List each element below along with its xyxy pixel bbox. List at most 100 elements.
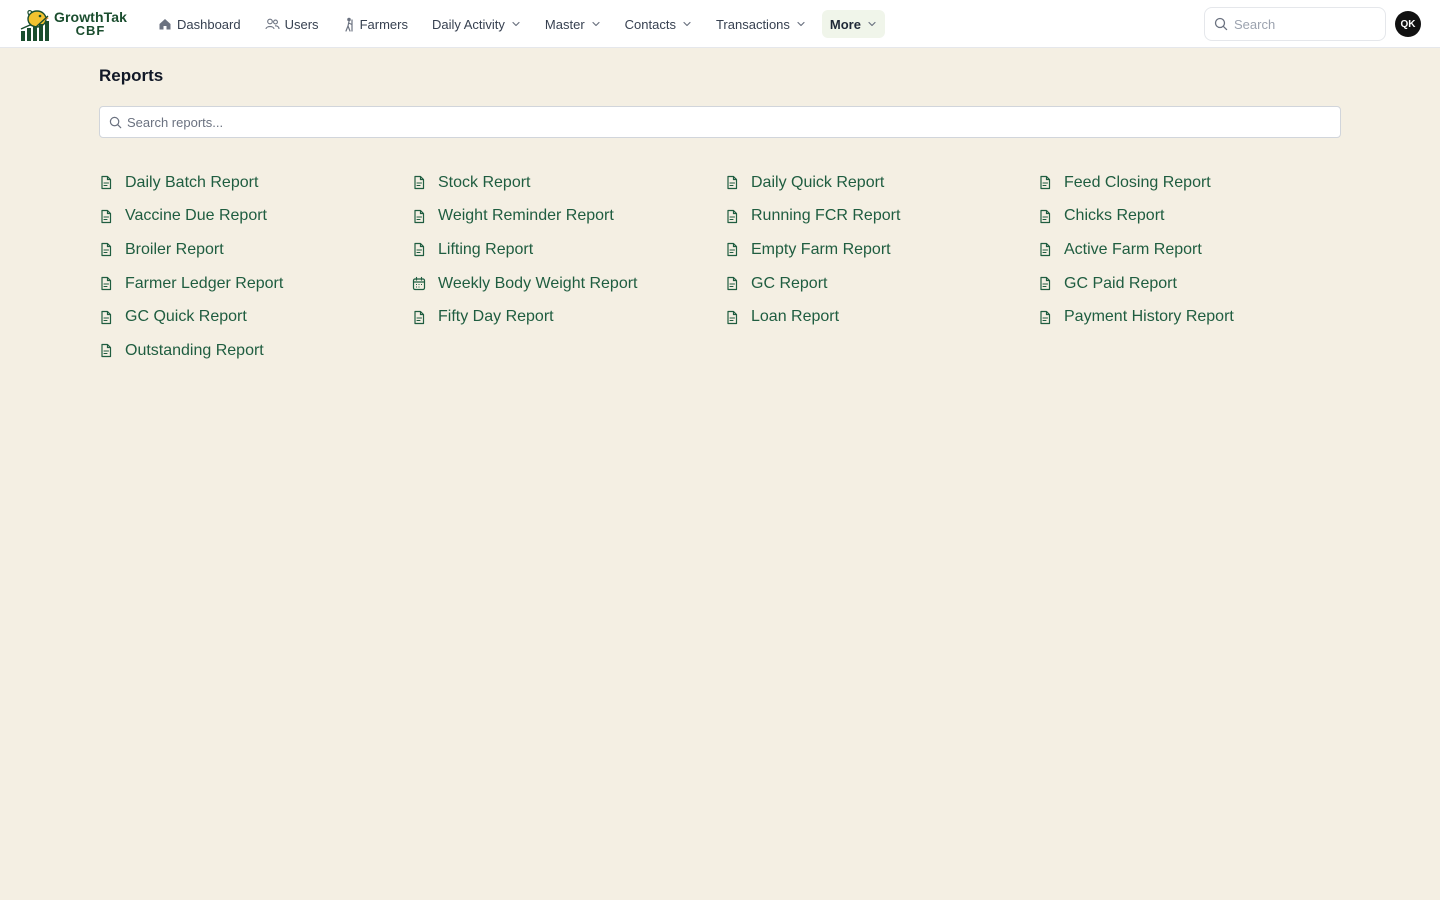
report-search-input[interactable] <box>127 114 1327 130</box>
nav-item-contacts[interactable]: Contacts <box>617 10 700 38</box>
report-link-daily-quick-report[interactable]: Daily Quick Report <box>725 166 1038 200</box>
report-link-gc-quick-report[interactable]: GC Quick Report <box>99 300 412 334</box>
nav-item-label: Master <box>544 16 585 32</box>
report-link-chicks-report[interactable]: Chicks Report <box>1038 200 1351 234</box>
chevron-down-icon <box>591 19 601 29</box>
report-link-feed-closing-report[interactable]: Feed Closing Report <box>1038 166 1351 200</box>
main-nav: Dashboard Users Farmers Daily Activity Maste… <box>150 10 893 38</box>
report-link-label: Daily Quick Report <box>751 173 885 191</box>
report-link-gc-report[interactable]: GC Report <box>725 267 1038 301</box>
chevron-down-icon <box>867 19 877 29</box>
report-link-label: Feed Closing Report <box>1064 173 1211 191</box>
document-icon <box>725 310 741 325</box>
nav-item-master[interactable]: Master <box>537 10 609 38</box>
report-link-label: GC Quick Report <box>125 308 247 326</box>
nav-item-users[interactable]: Users <box>257 10 327 38</box>
home-icon <box>158 17 172 31</box>
report-link-weight-reminder-report[interactable]: Weight Reminder Report <box>412 200 725 234</box>
document-icon <box>725 242 741 257</box>
brand-logo[interactable]: GrowthTak CBF <box>20 7 127 41</box>
document-icon <box>725 276 741 291</box>
farmer-icon <box>343 17 355 32</box>
report-link-label: Fifty Day Report <box>438 308 554 326</box>
page-title: Reports <box>99 66 164 85</box>
report-link-label: Stock Report <box>438 173 531 191</box>
calendar-icon <box>412 276 428 291</box>
report-link-lifting-report[interactable]: Lifting Report <box>412 233 725 267</box>
report-link-label: Daily Batch Report <box>125 173 259 191</box>
nav-item-label: Daily Activity <box>431 16 505 32</box>
report-link-label: GC Paid Report <box>1064 274 1177 292</box>
chevron-down-icon <box>796 19 806 29</box>
brand-name: GrowthTak CBF <box>54 10 127 38</box>
nav-item-label: Users <box>284 16 319 32</box>
document-icon <box>1038 242 1054 257</box>
nav-item-label: Transactions <box>715 16 790 32</box>
report-link-weekly-body-weight-report[interactable]: Weekly Body Weight Report <box>412 267 725 301</box>
document-icon <box>725 209 741 224</box>
nav-item-farmers[interactable]: Farmers <box>335 10 416 38</box>
report-link-label: Weekly Body Weight Report <box>438 274 638 292</box>
global-search-input[interactable] <box>1234 16 1374 32</box>
report-link-label: Vaccine Due Report <box>125 207 267 225</box>
report-link-label: Active Farm Report <box>1064 240 1202 258</box>
nav-item-label: Contacts <box>624 16 676 32</box>
report-link-empty-farm-report[interactable]: Empty Farm Report <box>725 233 1038 267</box>
report-link-label: Outstanding Report <box>125 341 264 359</box>
document-icon <box>1038 209 1054 224</box>
document-icon <box>99 310 115 325</box>
search-icon <box>1214 17 1228 31</box>
report-link-stock-report[interactable]: Stock Report <box>412 166 725 200</box>
report-link-vaccine-due-report[interactable]: Vaccine Due Report <box>99 200 412 234</box>
report-link-daily-batch-report[interactable]: Daily Batch Report <box>99 166 412 200</box>
report-link-gc-paid-report[interactable]: GC Paid Report <box>1038 267 1351 301</box>
document-icon <box>99 242 115 257</box>
chevron-down-icon <box>511 19 521 29</box>
report-link-label: Loan Report <box>751 308 840 326</box>
report-link-label: Running FCR Report <box>751 207 901 225</box>
report-link-label: GC Report <box>751 274 828 292</box>
nav-item-dashboard[interactable]: Dashboard <box>150 10 249 38</box>
report-list: Daily Batch Report Stock Report Daily Quic… <box>99 166 1351 368</box>
document-icon <box>725 175 741 190</box>
report-link-label: Payment History Report <box>1064 308 1234 326</box>
chevron-down-icon <box>682 19 692 29</box>
users-icon <box>265 17 280 31</box>
chick-logo-icon <box>20 9 49 41</box>
top-navigation-bar: GrowthTak CBF Dashboard Users Farmers Daily… <box>0 0 1440 48</box>
report-search[interactable] <box>99 106 1341 138</box>
report-link-label: Chicks Report <box>1064 207 1165 225</box>
document-icon <box>1038 175 1054 190</box>
report-link-running-fcr-report[interactable]: Running FCR Report <box>725 200 1038 234</box>
report-link-active-farm-report[interactable]: Active Farm Report <box>1038 233 1351 267</box>
document-icon <box>1038 310 1054 325</box>
brand-name-line1: GrowthTak <box>54 9 127 25</box>
search-icon <box>109 116 122 128</box>
report-link-label: Empty Farm Report <box>751 240 891 258</box>
report-link-payment-history-report[interactable]: Payment History Report <box>1038 300 1351 334</box>
report-link-farmer-ledger-report[interactable]: Farmer Ledger Report <box>99 267 412 301</box>
user-avatar[interactable]: QK <box>1395 11 1421 37</box>
nav-item-more[interactable]: More <box>821 10 885 38</box>
report-link-label: Broiler Report <box>125 240 224 258</box>
nav-item-label: More <box>829 16 861 32</box>
document-icon <box>99 343 115 358</box>
nav-item-transactions[interactable]: Transactions <box>708 10 814 38</box>
nav-item-daily-activity[interactable]: Daily Activity <box>424 10 529 38</box>
report-link-loan-report[interactable]: Loan Report <box>725 300 1038 334</box>
report-link-label: Farmer Ledger Report <box>125 274 284 292</box>
document-icon <box>412 242 428 257</box>
document-icon <box>412 209 428 224</box>
nav-item-label: Farmers <box>359 16 408 32</box>
document-icon <box>99 276 115 291</box>
document-icon <box>412 175 428 190</box>
global-search[interactable] <box>1204 7 1386 41</box>
report-link-fifty-day-report[interactable]: Fifty Day Report <box>412 300 725 334</box>
report-link-broiler-report[interactable]: Broiler Report <box>99 233 412 267</box>
nav-item-label: Dashboard <box>177 16 241 32</box>
report-link-outstanding-report[interactable]: Outstanding Report <box>99 334 412 368</box>
document-icon <box>1038 276 1054 291</box>
report-link-label: Lifting Report <box>438 240 534 258</box>
document-icon <box>99 175 115 190</box>
report-link-label: Weight Reminder Report <box>438 207 614 225</box>
